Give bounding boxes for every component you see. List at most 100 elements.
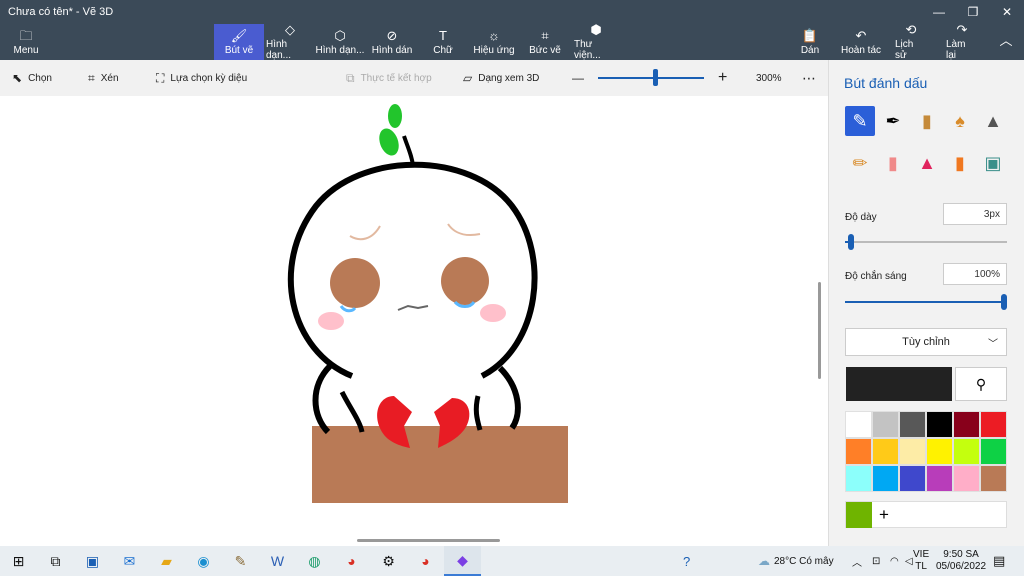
right-eye <box>441 257 489 305</box>
color-swatch[interactable] <box>899 465 926 492</box>
minimize-button[interactable]: — <box>922 0 956 24</box>
tab-stickers[interactable]: ⊘ Hình dán <box>370 24 414 60</box>
zoom-level[interactable]: 300% <box>756 60 782 96</box>
chrome-profile-icon[interactable]: ◕ <box>407 546 444 576</box>
menu-button[interactable]: 🗀 Menu <box>10 24 42 60</box>
current-color-swatch[interactable] <box>846 367 952 401</box>
tab-effects[interactable]: ☼ Hiệu ứng <box>473 24 515 60</box>
horizontal-scrollbar[interactable] <box>357 539 500 542</box>
color-swatch[interactable] <box>845 438 872 465</box>
color-swatch[interactable] <box>899 411 926 438</box>
color-swatch[interactable] <box>872 411 899 438</box>
finish-dropdown[interactable]: Tùy chỉnh ﹀ <box>845 328 1007 356</box>
notification-icon[interactable]: ▤ <box>993 546 1005 576</box>
crop-label: Xén <box>100 72 119 84</box>
zoom-in-button[interactable]: + <box>718 60 727 96</box>
color-swatch[interactable] <box>845 411 872 438</box>
color-swatch[interactable] <box>980 465 1007 492</box>
app-icon[interactable]: ◍ <box>296 546 333 576</box>
zoom-slider-thumb[interactable] <box>653 69 659 86</box>
brush-panel: Bút đánh dấu ✎ ✒ ▮ ♠ ▲ ✏ ▮ ▲ ▮ ▣ Độ dày … <box>828 60 1024 546</box>
clock-time: 9:50 SA <box>943 549 979 560</box>
mixed-reality-button[interactable]: ⧉ Thực tế kết hợp <box>346 60 432 96</box>
color-swatch[interactable] <box>872 438 899 465</box>
show-hidden-icons[interactable]: ︿ <box>852 546 862 576</box>
color-swatch[interactable] <box>926 438 953 465</box>
volume-icon[interactable]: ◁ <box>905 546 913 576</box>
eyedropper-button[interactable]: ⚲ <box>955 367 1007 401</box>
wifi-icon[interactable]: ◠ <box>890 546 899 576</box>
drawing-canvas[interactable] <box>0 96 828 546</box>
color-swatch[interactable] <box>953 465 980 492</box>
color-swatch[interactable] <box>953 411 980 438</box>
color-swatch[interactable] <box>980 438 1007 465</box>
chrome-icon[interactable]: ◕ <box>333 546 370 576</box>
security-icon[interactable]: ⊡ <box>872 546 880 576</box>
crayon-icon[interactable]: ▲ <box>912 148 942 178</box>
color-swatch[interactable] <box>899 438 926 465</box>
clock[interactable]: 9:50 SA 05/06/2022 <box>936 546 986 576</box>
spray-can-icon[interactable]: ▮ <box>945 148 975 178</box>
cursor-icon: ⬉ <box>12 71 23 85</box>
marker-icon[interactable]: ✎ <box>845 106 875 136</box>
more-icon: ⋯ <box>802 69 816 86</box>
word-icon[interactable]: W <box>259 546 296 576</box>
add-color-button[interactable]: + <box>879 505 889 525</box>
zalo-icon[interactable]: ▣ <box>74 546 111 576</box>
color-swatch[interactable] <box>980 411 1007 438</box>
opacity-input[interactable]: 100% <box>943 263 1007 285</box>
color-swatch[interactable] <box>926 465 953 492</box>
color-swatch[interactable] <box>926 411 953 438</box>
more-options-button[interactable]: ⋯ <box>802 60 816 96</box>
windows-start-icon[interactable]: ⊞ <box>0 546 37 576</box>
oil-brush-icon[interactable]: ▮ <box>912 106 942 136</box>
tab-2d-shapes[interactable]: ◇ Hình dạn... <box>266 23 314 62</box>
settings-icon[interactable]: ⚙ <box>370 546 407 576</box>
thickness-slider[interactable] <box>845 241 1007 243</box>
opacity-slider[interactable] <box>845 301 1007 303</box>
paste-button[interactable]: 📋 Dán <box>798 24 822 60</box>
3d-view-button[interactable]: ▱ Dạng xem 3D <box>463 60 539 96</box>
task-view-icon[interactable]: ⧉ <box>37 546 74 576</box>
color-swatch[interactable] <box>953 438 980 465</box>
zoom-slider-track[interactable] <box>598 77 704 79</box>
edge-icon[interactable]: ◉ <box>185 546 222 576</box>
zoom-out-button[interactable]: — <box>572 60 584 96</box>
select-button[interactable]: ⬉ Chọn <box>12 60 52 96</box>
paint3d-icon[interactable]: ◆ <box>444 546 481 576</box>
menu-label: Menu <box>13 44 39 56</box>
thickness-slider-thumb[interactable] <box>848 234 855 250</box>
tab-library[interactable]: ⬢ Thư viện... <box>574 23 618 62</box>
close-button[interactable]: ✕ <box>990 0 1024 24</box>
help-icon[interactable]: ? <box>683 546 690 576</box>
restore-button[interactable]: ❐ <box>956 0 990 24</box>
history-button[interactable]: ⟲ Lịch sử <box>895 23 927 62</box>
eraser-icon[interactable]: ▮ <box>878 148 908 178</box>
pixel-pen-icon[interactable]: ▲ <box>978 106 1008 136</box>
tab-3d-shapes[interactable]: ⬡ Hình dạn... <box>314 24 366 60</box>
redo-button[interactable]: ↷ Làm lại <box>946 23 978 62</box>
color-swatch[interactable] <box>845 465 872 492</box>
calligraphy-pen-icon[interactable]: ✒ <box>878 106 908 136</box>
undo-button[interactable]: ↶ Hoàn tác <box>840 24 882 60</box>
collapse-ribbon-button[interactable]: ︿ <box>996 24 1016 60</box>
color-swatch[interactable] <box>872 465 899 492</box>
paint-icon[interactable]: ✎ <box>222 546 259 576</box>
custom-color-swatch[interactable] <box>846 502 872 528</box>
language-indicator[interactable]: VIE TL <box>913 546 929 576</box>
magic-select-button[interactable]: ⛶ Lựa chọn kỳ diệu <box>156 60 247 96</box>
tab-canvas[interactable]: ⌗ Bức vẽ <box>529 24 561 60</box>
thickness-input[interactable]: 3px <box>943 203 1007 225</box>
fill-icon[interactable]: ▣ <box>978 148 1008 178</box>
tab-text[interactable]: T Chữ <box>430 24 456 60</box>
watercolor-icon[interactable]: ♠ <box>945 106 975 136</box>
mail-icon[interactable]: ✉ <box>111 546 148 576</box>
vertical-scrollbar[interactable] <box>818 282 821 379</box>
crop-button[interactable]: ⌗ Xén <box>88 60 119 96</box>
weather-widget[interactable]: ☁ 28°C Có mây <box>758 546 834 576</box>
tab-label: Thư viện... <box>574 39 601 61</box>
opacity-slider-thumb[interactable] <box>1001 294 1007 310</box>
pencil-icon[interactable]: ✏ <box>845 148 875 178</box>
tab-brushes[interactable]: 🖌 Bút vẽ <box>214 24 264 60</box>
file-explorer-icon[interactable]: ▰ <box>148 546 185 576</box>
